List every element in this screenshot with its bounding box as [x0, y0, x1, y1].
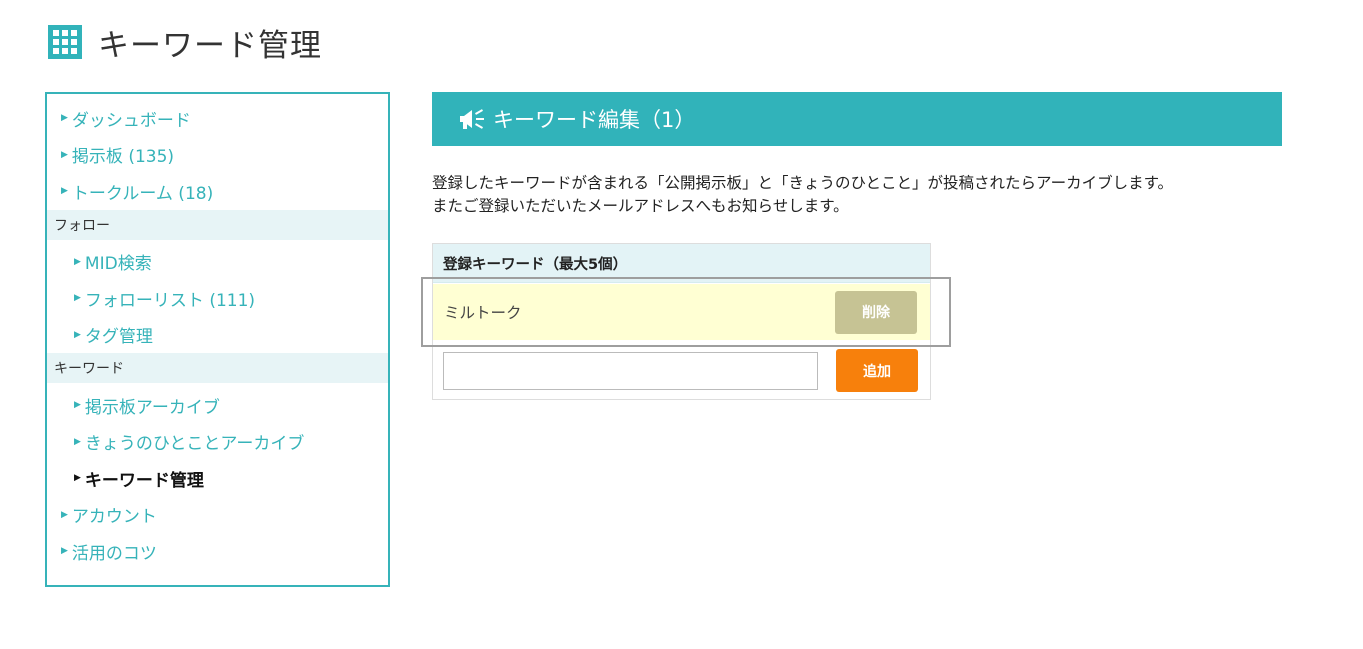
triangle-right-icon: ▶: [74, 436, 81, 447]
grid-icon: [48, 25, 82, 59]
triangle-right-icon: ▶: [61, 509, 68, 520]
sidebar-item-label: フォローリスト (111): [84, 290, 256, 311]
triangle-right-icon: ▶: [61, 186, 68, 197]
sidebar-item-label: ダッシュボード: [71, 110, 191, 131]
sidebar-item-account[interactable]: ▶ アカウント: [47, 497, 388, 534]
sidebar-item-tips[interactable]: ▶ 活用のコツ: [47, 533, 388, 570]
sidebar-item-mid-search[interactable]: ▶ MID検索: [47, 244, 388, 281]
keyword-text: ミルトーク: [444, 304, 522, 322]
keyword-box-header: 登録キーワード（最大5個）: [433, 244, 930, 283]
section-banner: キーワード編集（1）: [432, 92, 1282, 146]
megaphone-icon: [458, 107, 486, 131]
sidebar-item-label: タグ管理: [84, 327, 153, 348]
triangle-right-icon: ▶: [61, 113, 68, 124]
section-title: キーワード編集（1）: [493, 108, 696, 132]
sidebar-item-label: アカウント: [71, 507, 157, 528]
delete-button[interactable]: 削除: [835, 290, 917, 334]
sidebar-item-tag-management[interactable]: ▶ タグ管理: [47, 317, 388, 354]
keyword-row: ミルトーク 削除: [433, 284, 930, 340]
keyword-add-row: 追加: [433, 349, 930, 392]
triangle-right-icon: ▶: [61, 149, 68, 160]
triangle-right-icon: ▶: [74, 473, 81, 484]
sidebar-item-board[interactable]: ▶ 掲示板 (135): [47, 137, 388, 174]
sidebar-item-board-archive[interactable]: ▶ 掲示板アーカイブ: [47, 387, 388, 424]
keyword-input[interactable]: [443, 351, 818, 390]
page-title: キーワード管理: [98, 27, 322, 64]
page-header: キーワード管理: [48, 20, 322, 64]
description-line: 登録したキーワードが含まれる「公開掲示板」と「きょうのひとこと」が投稿されたらア…: [432, 174, 1174, 192]
sidebar-item-label: 掲示板アーカイブ: [84, 397, 220, 418]
keyword-box: 登録キーワード（最大5個） ミルトーク 削除 追加: [432, 243, 931, 400]
sidebar-item-label: 活用のコツ: [71, 543, 157, 564]
triangle-right-icon: ▶: [74, 329, 81, 340]
sidebar-item-keyword-management[interactable]: ▶ キーワード管理: [47, 460, 388, 497]
sidebar-item-label: トークルーム (18): [71, 183, 214, 204]
sidebar-item-hitokoto-archive[interactable]: ▶ きょうのひとことアーカイブ: [47, 424, 388, 461]
triangle-right-icon: ▶: [74, 293, 81, 304]
triangle-right-icon: ▶: [74, 400, 81, 411]
triangle-right-icon: ▶: [74, 256, 81, 267]
sidebar-item-talkroom[interactable]: ▶ トークルーム (18): [47, 173, 388, 210]
description: 登録したキーワードが含まれる「公開掲示板」と「きょうのひとこと」が投稿されたらア…: [432, 172, 1312, 218]
description-line: またご登録いただいたメールアドレスへもお知らせします。: [432, 197, 849, 215]
sidebar-section-keyword: キーワード: [47, 353, 388, 383]
add-button[interactable]: 追加: [836, 349, 918, 392]
sidebar-item-label: MID検索: [84, 254, 152, 275]
sidebar-item-follow-list[interactable]: ▶ フォローリスト (111): [47, 280, 388, 317]
sidebar-item-dashboard[interactable]: ▶ ダッシュボード: [47, 100, 388, 137]
sidebar-section-follow: フォロー: [47, 209, 388, 240]
sidebar: ▶ ダッシュボード ▶ 掲示板 (135) ▶ トークルーム (18) フォロー…: [45, 92, 390, 587]
sidebar-item-label: きょうのひとことアーカイブ: [84, 434, 305, 455]
sidebar-item-label: キーワード管理: [84, 470, 204, 491]
sidebar-item-label: 掲示板 (135): [71, 147, 175, 168]
triangle-right-icon: ▶: [61, 546, 68, 557]
